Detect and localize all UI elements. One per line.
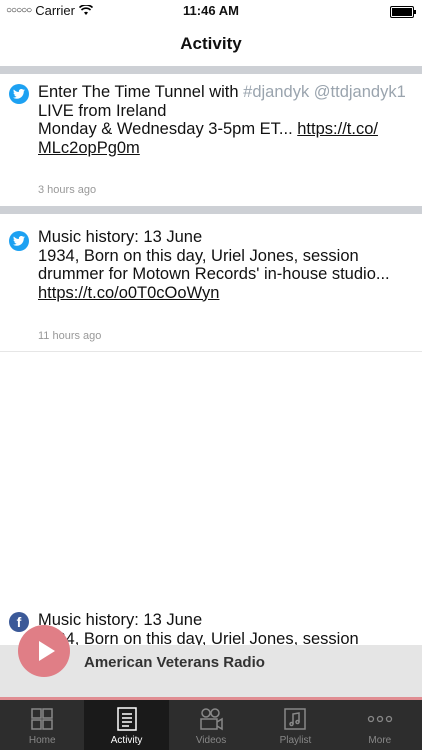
- more-icon: [367, 706, 393, 732]
- tab-label: Home: [28, 735, 56, 746]
- home-icon: [29, 706, 55, 732]
- tab-label: Videos: [195, 735, 227, 746]
- status-time: 11:46 AM: [183, 3, 239, 18]
- feed-item-text: Enter The Time Tunnel with #djandyk @ttd…: [38, 83, 408, 157]
- tab-label: Activity: [110, 735, 143, 746]
- tab-videos[interactable]: Videos: [169, 700, 253, 750]
- feed-item-line: Monday & Wednesday 3-5pm ET...: [38, 120, 298, 138]
- feed-item[interactable]: Enter The Time Tunnel with #djandyk @ttd…: [0, 74, 422, 204]
- link-part: MLc2opPg0m: [38, 138, 140, 157]
- tab-home[interactable]: Home: [0, 700, 84, 750]
- activity-icon: [114, 706, 140, 732]
- feed-item-link[interactable]: https://t.co/o0T0cOoWyn: [38, 284, 219, 302]
- status-bar: ○○○○○ Carrier 11:46 AM: [0, 0, 422, 22]
- videos-icon: [198, 706, 224, 732]
- play-icon: [38, 641, 55, 661]
- feed-item-text: Music history: 13 June 1934, Born on thi…: [38, 611, 408, 648]
- tab-activity[interactable]: Activity: [84, 700, 169, 750]
- feed-item-line: LIVE from Ireland: [38, 101, 167, 120]
- feed-item-line: Enter The Time Tunnel with: [38, 83, 244, 101]
- facebook-icon: f: [9, 612, 29, 632]
- twitter-icon: [9, 84, 29, 104]
- feed-item-line: Music history: 13 June: [38, 611, 203, 629]
- tab-label: Playlist: [279, 735, 312, 746]
- tab-more[interactable]: More: [338, 700, 422, 750]
- feed-item[interactable]: Music history: 13 June 1934, Born on thi…: [0, 214, 422, 350]
- feed-item-time: 3 hours ago: [38, 184, 97, 196]
- page-title: Activity: [180, 34, 242, 53]
- feed-item-time: 11 hours ago: [38, 330, 102, 342]
- hashtags[interactable]: #djandyk @ttdjandyk1: [243, 83, 406, 101]
- link-part: https://t.co/: [297, 120, 378, 138]
- playlist-icon: [282, 706, 308, 732]
- station-name: American Veterans Radio: [84, 654, 265, 671]
- section-separator: [0, 66, 422, 74]
- navigation-bar: Activity: [0, 22, 422, 66]
- tab-playlist[interactable]: Playlist: [253, 700, 337, 750]
- feed-item-line: Music history: 13 June: [38, 228, 203, 246]
- section-separator: [0, 206, 422, 214]
- feed-item-text: Music history: 13 June 1934, Born on thi…: [38, 228, 398, 302]
- feed-item-line: 1934, Born on this day, Uriel Jones, ses…: [38, 246, 390, 284]
- divider: [0, 351, 422, 352]
- tab-label: More: [368, 735, 392, 746]
- battery-icon: [390, 6, 416, 18]
- play-button[interactable]: [18, 625, 70, 677]
- tab-bar: Home Activity Videos Playlist More: [0, 700, 422, 750]
- twitter-icon: [9, 231, 29, 251]
